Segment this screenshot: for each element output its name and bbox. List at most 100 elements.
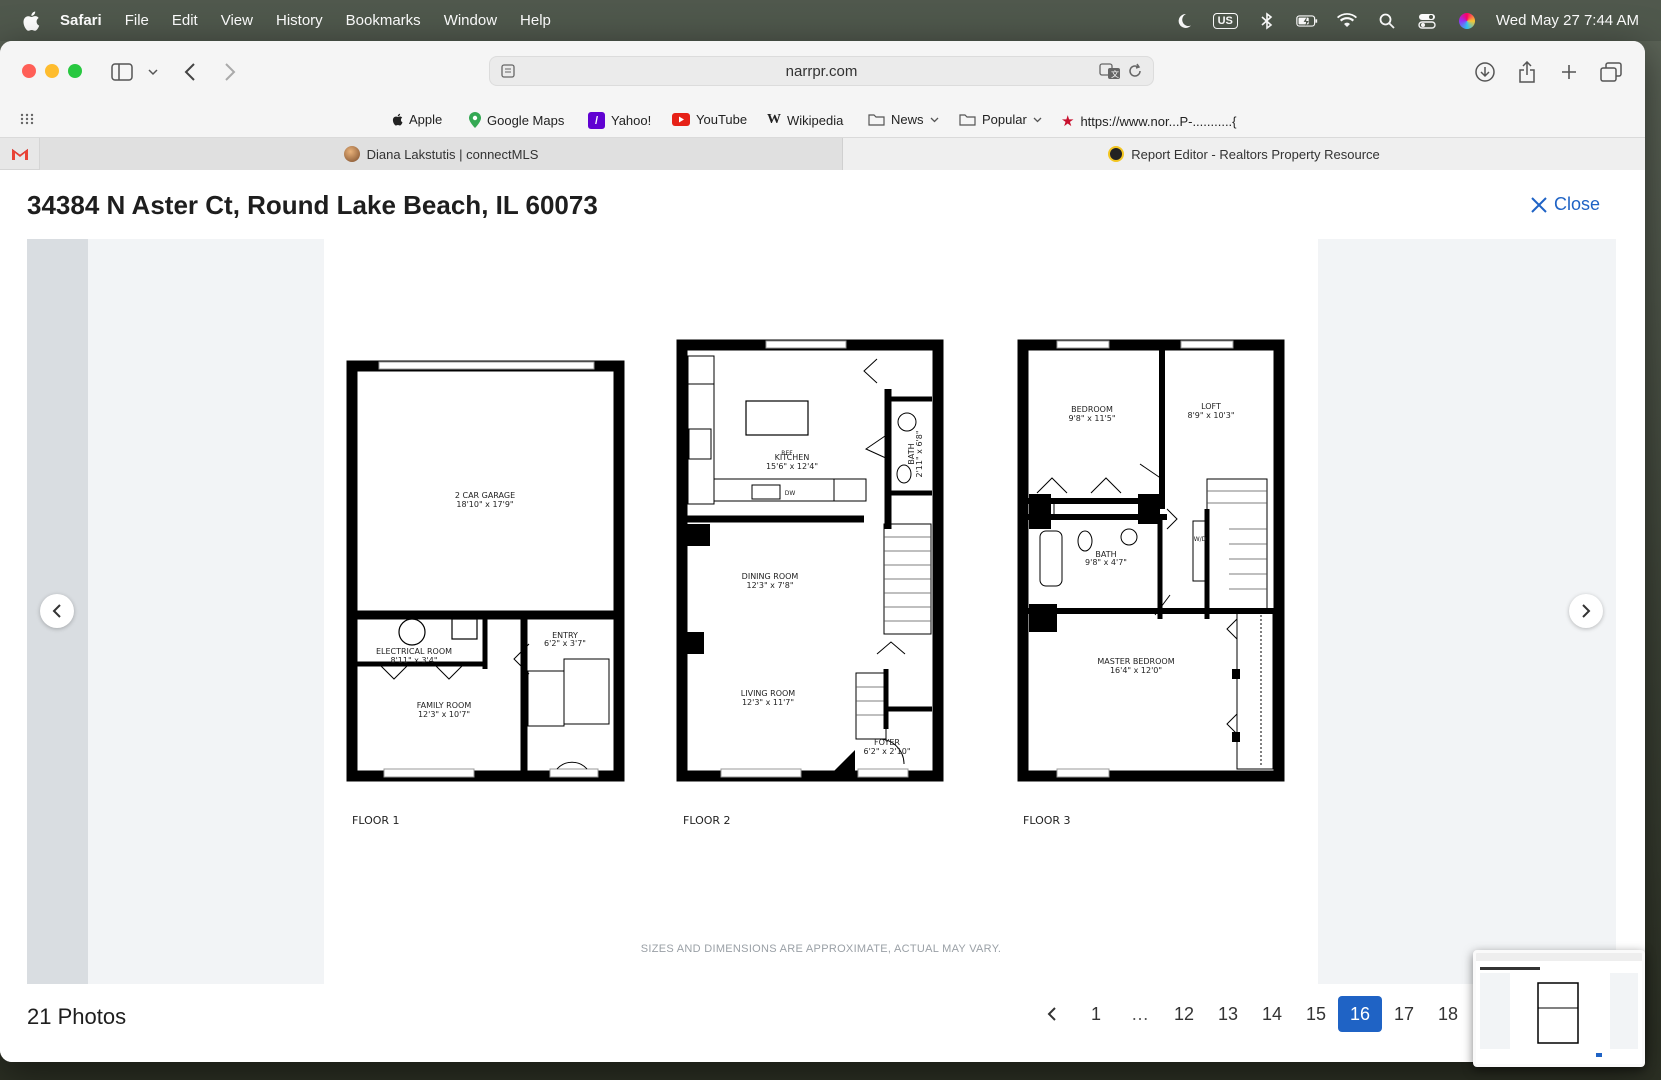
page-button[interactable]: 15 xyxy=(1294,996,1338,1032)
room-dining-size: 12'3" x 7'8" xyxy=(746,581,793,590)
menu-edit[interactable]: Edit xyxy=(172,12,198,29)
room-bedroom-size: 9'8" x 11'5" xyxy=(1068,414,1115,423)
tab-overview-icon[interactable] xyxy=(1599,59,1623,85)
downloads-icon[interactable] xyxy=(1473,59,1497,85)
apple-logo-icon xyxy=(392,113,403,126)
appliance-dw-label: DW xyxy=(785,490,796,497)
moon-icon[interactable] xyxy=(1173,11,1195,31)
bookmark-folder-popular[interactable]: Popular xyxy=(959,112,1042,127)
chevron-down-icon[interactable] xyxy=(146,59,160,85)
tab-gmail-pinned[interactable] xyxy=(0,138,40,170)
page-button[interactable]: 1 xyxy=(1074,996,1118,1032)
room-garage-size: 18'10" x 17'9" xyxy=(456,500,513,509)
bookmark-label: YouTube xyxy=(696,112,748,127)
gmail-icon xyxy=(11,148,28,160)
bookmark-label: Apple xyxy=(409,112,443,127)
translate-icon[interactable]: 文 xyxy=(1099,62,1121,84)
share-icon[interactable] xyxy=(1515,59,1539,85)
bookmark-nar-link[interactable]: ★ https://www.nor...P-...........{ xyxy=(1061,112,1237,130)
rpr-favicon-icon xyxy=(1108,146,1125,162)
menu-file[interactable]: File xyxy=(125,12,149,29)
forward-icon[interactable] xyxy=(220,59,240,85)
room-family-size: 12'3" x 10'7" xyxy=(418,710,470,719)
tab-report-editor[interactable]: Report Editor - Realtors Property Resour… xyxy=(843,138,1645,170)
floor-3-plan xyxy=(1017,339,1285,782)
bookmark-youtube[interactable]: YouTube xyxy=(672,112,747,127)
chevron-down-icon xyxy=(1033,117,1042,122)
page-menu-icon[interactable] xyxy=(500,63,516,83)
tab-title: Diana Lakstutis | connectMLS xyxy=(366,146,539,162)
bookmarks-bar: Apple Google Maps / Yahoo! YouTube W Wik… xyxy=(0,103,1645,137)
address-url[interactable]: narrpr.com xyxy=(786,63,858,80)
close-button[interactable]: Close xyxy=(1530,194,1600,215)
new-tab-icon[interactable] xyxy=(1557,59,1581,85)
room-bath-3-size: 9'8" x 4'7" xyxy=(1085,558,1127,567)
youtube-icon xyxy=(672,113,690,126)
menu-bookmarks[interactable]: Bookmarks xyxy=(346,12,421,29)
room-garage-name: 2 CAR GARAGE xyxy=(455,491,515,500)
room-living-name: LIVING ROOM xyxy=(741,689,796,698)
battery-icon[interactable] xyxy=(1296,11,1318,31)
menu-app-safari[interactable]: Safari xyxy=(60,12,102,29)
close-label: Close xyxy=(1553,194,1600,214)
bookmark-yahoo[interactable]: / Yahoo! xyxy=(588,112,651,129)
page-button[interactable]: 14 xyxy=(1250,996,1294,1032)
sidebar-toggle-icon[interactable] xyxy=(110,59,134,85)
thumbnail-preview-image xyxy=(1476,953,1642,1064)
screenshot-thumbnail[interactable] xyxy=(1473,950,1645,1067)
window-close-button[interactable] xyxy=(22,64,36,78)
spotlight-search-icon[interactable] xyxy=(1376,11,1398,31)
avatar-favicon-icon xyxy=(343,146,360,162)
floorplan-image: 2 CAR GARAGE 18'10" x 17'9" ELECTRICAL R… xyxy=(324,239,1318,984)
room-loft-name: LOFT xyxy=(1201,402,1221,411)
menu-window[interactable]: Window xyxy=(444,12,497,29)
room-living-size: 12'3" x 11'7" xyxy=(742,698,794,707)
page-button[interactable]: 18 xyxy=(1426,996,1470,1032)
menu-history[interactable]: History xyxy=(276,12,323,29)
back-icon[interactable] xyxy=(180,59,200,85)
next-photo-button[interactable] xyxy=(1569,594,1603,628)
page-button-active[interactable]: 16 xyxy=(1338,996,1382,1032)
page-button[interactable]: 12 xyxy=(1162,996,1206,1032)
control-center-icon[interactable] xyxy=(1416,11,1438,31)
room-loft-size: 8'9" x 10'3" xyxy=(1187,411,1234,420)
pagination-prev-button[interactable] xyxy=(1030,996,1074,1032)
photo-modal: 34384 N Aster Ct, Round Lake Beach, IL 6… xyxy=(0,170,1645,1062)
window-minimize-button[interactable] xyxy=(45,64,59,78)
bluetooth-icon[interactable] xyxy=(1256,11,1278,31)
room-family-name: FAMILY ROOM xyxy=(417,701,472,710)
pagination: 1 … 12 13 14 15 16 17 18 1 xyxy=(1030,996,1514,1032)
bookmark-folder-news[interactable]: News xyxy=(868,112,939,127)
menu-view[interactable]: View xyxy=(221,12,253,29)
keyboard-input-badge[interactable]: US xyxy=(1212,12,1238,29)
bookmark-apple[interactable]: Apple xyxy=(392,112,442,127)
room-foyer-name: FOYER xyxy=(874,738,900,747)
previous-photo-button[interactable] xyxy=(40,594,74,628)
menu-help[interactable]: Help xyxy=(520,12,551,29)
bookmark-google-maps[interactable]: Google Maps xyxy=(469,112,564,128)
appliance-wd-label: W/D xyxy=(1194,536,1207,543)
menubar-clock[interactable]: Wed May 27 7:44 AM xyxy=(1496,12,1639,29)
page-button[interactable]: 13 xyxy=(1206,996,1250,1032)
room-kitchen-name: KITCHEN xyxy=(775,453,810,462)
wifi-icon[interactable] xyxy=(1336,11,1358,31)
apple-menu-icon[interactable] xyxy=(22,11,44,31)
star-icon: ★ xyxy=(1061,113,1075,130)
siri-icon[interactable] xyxy=(1456,11,1478,31)
safari-window: narrpr.com 文 Apple Google Maps / Yahoo! … xyxy=(0,41,1645,1062)
bookmark-label: Yahoo! xyxy=(611,113,652,128)
bookmark-wikipedia[interactable]: W Wikipedia xyxy=(767,112,843,128)
tab-connectmls[interactable]: Diana Lakstutis | connectMLS xyxy=(40,138,843,170)
menu-bar: Safari File Edit View History Bookmarks … xyxy=(0,0,1661,41)
yahoo-icon: / xyxy=(588,112,605,129)
floor-2-label: FLOOR 2 xyxy=(683,814,731,827)
reload-icon[interactable] xyxy=(1127,62,1143,84)
tab-title: Report Editor - Realtors Property Resour… xyxy=(1131,146,1380,162)
chevron-left-icon xyxy=(1047,1007,1056,1021)
window-zoom-button[interactable] xyxy=(68,64,82,78)
floor-2-plan xyxy=(676,339,944,782)
address-bar[interactable]: narrpr.com 文 xyxy=(489,56,1154,86)
apps-grid-icon[interactable] xyxy=(20,113,34,128)
page-button[interactable]: 17 xyxy=(1382,996,1426,1032)
room-electrical-size: 8'11" x 3'4" xyxy=(390,656,437,665)
